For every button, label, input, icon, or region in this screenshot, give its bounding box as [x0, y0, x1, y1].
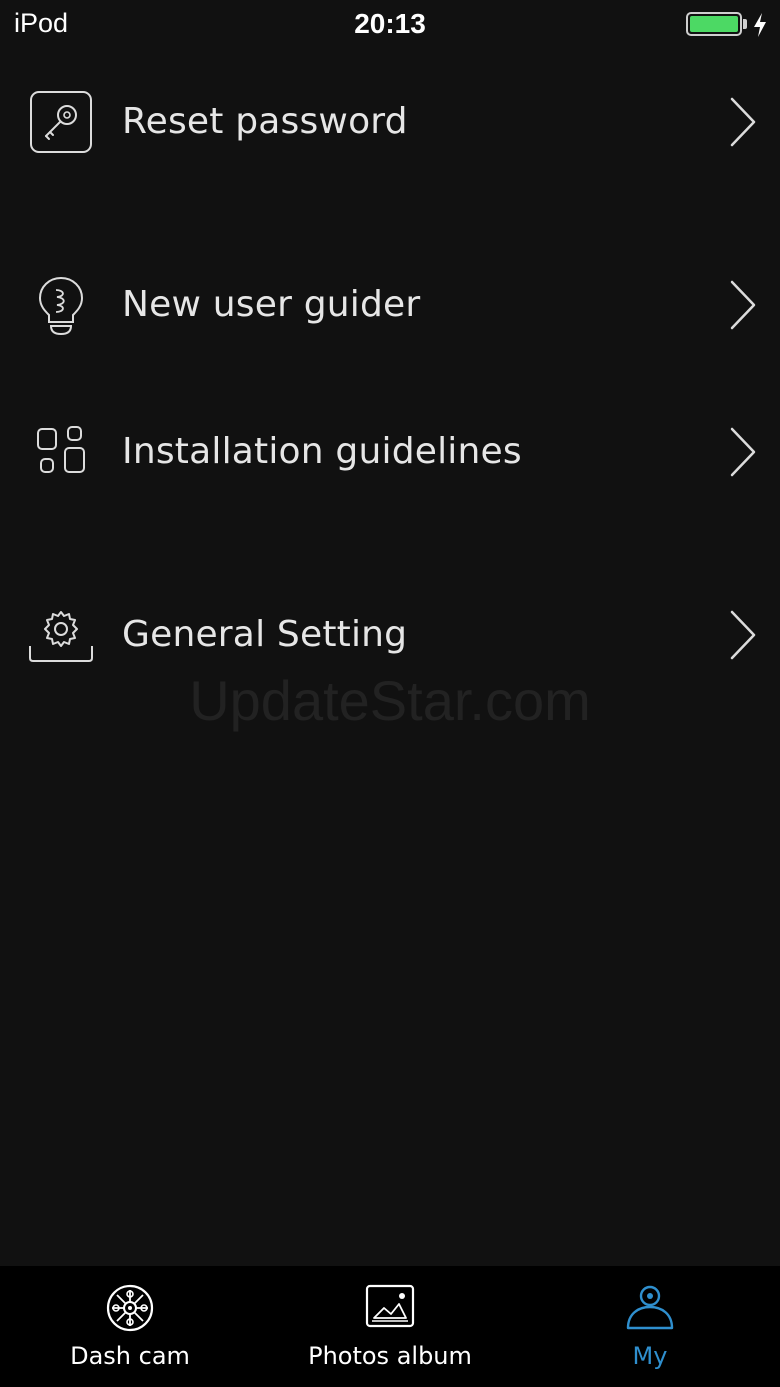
- tab-label: Photos album: [308, 1342, 472, 1370]
- status-bar: iPod 20:13: [0, 0, 780, 50]
- tab-photos-album[interactable]: Photos album: [260, 1266, 520, 1387]
- grid-icon: [37, 426, 85, 473]
- gear-icon: [29, 611, 93, 662]
- chevron-right-icon: [730, 610, 756, 660]
- battery-fill: [690, 16, 738, 32]
- chevron-right-icon: [730, 280, 756, 330]
- menu-item-reset-password[interactable]: Reset password: [0, 67, 780, 177]
- menu-item-label: New user guider: [122, 284, 421, 325]
- tab-bar: Dash cam Photos album My: [0, 1266, 780, 1387]
- photo-icon: [365, 1284, 415, 1328]
- chevron-right-icon: [730, 427, 756, 477]
- status-time: 20:13: [354, 8, 426, 39]
- battery-tip: [743, 19, 747, 29]
- tab-label: Dash cam: [70, 1342, 190, 1370]
- camera-aperture-icon: [106, 1284, 154, 1332]
- tab-label: My: [632, 1342, 668, 1370]
- tab-my[interactable]: My: [520, 1266, 780, 1387]
- lightbulb-icon: [38, 276, 84, 336]
- charging-bolt-icon: [754, 13, 766, 37]
- menu-item-label: Reset password: [122, 101, 408, 142]
- user-icon: [626, 1285, 674, 1330]
- menu-item-installation-guidelines[interactable]: Installation guidelines: [0, 397, 780, 507]
- battery-icon: [686, 12, 742, 36]
- chevron-right-icon: [730, 97, 756, 147]
- menu-item-label: Installation guidelines: [122, 431, 522, 472]
- tab-dash-cam[interactable]: Dash cam: [0, 1266, 260, 1387]
- watermark: UpdateStar.com: [189, 669, 591, 732]
- menu-item-new-user-guider[interactable]: New user guider: [0, 250, 780, 360]
- key-icon: [30, 91, 92, 153]
